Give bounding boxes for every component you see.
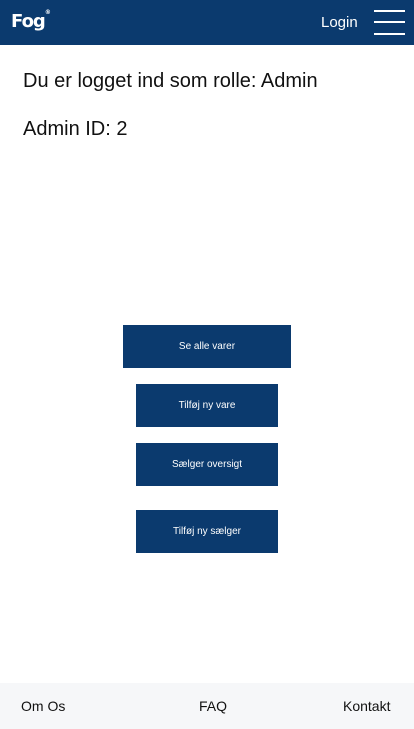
menu-bar [374,10,405,12]
footer-link-kontakt[interactable]: Kontakt [343,698,390,714]
menu-bar [374,33,405,35]
hamburger-menu-icon[interactable] [374,9,405,36]
menu-bar [374,21,405,23]
footer-link-om-os[interactable]: Om Os [21,698,65,714]
seller-overview-button[interactable]: Sælger oversigt [136,443,278,486]
add-new-seller-button[interactable]: Tilføj ny sælger [136,510,278,553]
login-link[interactable]: Login [321,14,358,31]
fog-logo[interactable]: Fog® [11,9,51,32]
logo-registered-mark: ® [44,9,51,16]
top-navbar: Fog® Login [0,0,414,45]
admin-id-text: Admin ID: 2 [23,118,128,140]
role-text: Du er logget ind som rolle: Admin [23,70,318,92]
add-new-item-button[interactable]: Tilføj ny vare [136,384,278,427]
logo-text: Fog [11,11,46,32]
footer: Om Os FAQ Kontakt [0,683,414,729]
see-all-items-button[interactable]: Se alle varer [123,325,291,368]
footer-link-faq[interactable]: FAQ [199,698,227,714]
